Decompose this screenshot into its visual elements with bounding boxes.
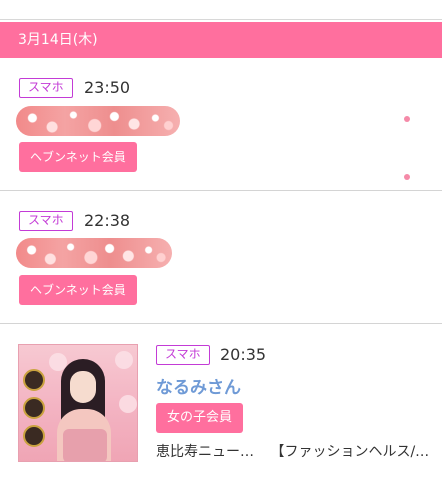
ranking-medal-icon: [23, 397, 45, 419]
shop-info[interactable]: 恵比寿ニュー… 【ファッションヘルス/…: [156, 441, 429, 461]
device-badge: スマホ: [156, 345, 210, 365]
ranking-medal-icon: [23, 425, 45, 447]
member-badge-button[interactable]: ヘブンネット会員: [19, 142, 137, 172]
visit-time: 20:35: [220, 345, 267, 364]
entry-divider: [0, 190, 442, 191]
top-divider: [0, 19, 442, 20]
device-badge: スマホ: [19, 211, 73, 231]
entry-divider: [0, 323, 442, 324]
flower-decoration: [115, 351, 133, 369]
member-badge-button[interactable]: ヘブンネット会員: [19, 275, 137, 305]
photo-outfit: [63, 429, 107, 461]
ranking-medal-icon: [23, 369, 45, 391]
girl-profile-thumbnail[interactable]: [18, 344, 138, 462]
visit-time: 23:50: [84, 78, 131, 97]
blurred-username: [16, 106, 180, 136]
member-badge-button[interactable]: 女の子会員: [156, 403, 244, 433]
girl-name-link[interactable]: なるみさん: [156, 373, 241, 398]
decorative-dot: [404, 116, 410, 122]
photo-face: [70, 371, 96, 403]
decorative-dot: [404, 174, 410, 180]
blurred-username: [16, 238, 172, 268]
device-badge: スマホ: [19, 78, 73, 98]
flower-decoration: [119, 395, 137, 413]
visit-time: 22:38: [84, 211, 131, 230]
date-header: 3月14日(木): [0, 22, 442, 58]
shop-genre: 【ファッションヘルス/…: [270, 444, 430, 460]
shop-area: 恵比寿ニュー…: [156, 444, 254, 460]
